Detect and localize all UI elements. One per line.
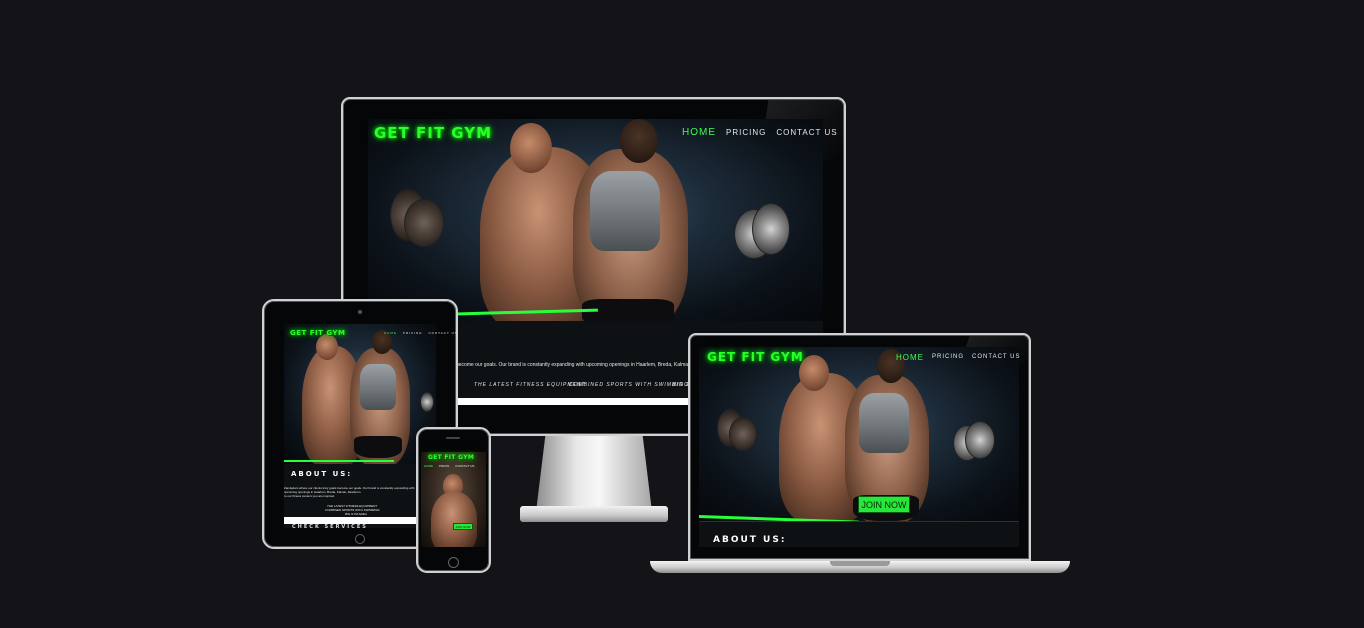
hero-woman-top: [590, 171, 660, 251]
monitor-nav: HOME PRICING CONTACT US: [682, 127, 838, 138]
monitor-hero-image: [368, 119, 823, 321]
nav-contact[interactable]: CONTACT US: [776, 127, 837, 138]
hero-woman-shorts: [354, 436, 402, 458]
nav-pricing[interactable]: PRICING: [932, 353, 964, 362]
nav-home[interactable]: HOME: [384, 331, 397, 335]
phone-nav: HOME PRICIN CONTACT US: [424, 464, 474, 468]
home-button-icon: [355, 534, 365, 544]
laptop-notch: [830, 561, 890, 566]
nav-home[interactable]: HOME: [896, 353, 924, 362]
dumbbell-icon: [752, 203, 790, 255]
monitor-logo[interactable]: GET FIT GYM: [374, 124, 492, 142]
home-button-icon: [448, 557, 459, 568]
monitor-about-text: become our goals. Our brand is constantl…: [456, 362, 715, 368]
dumbbell-icon: [965, 421, 995, 459]
hero-woman-top: [360, 364, 396, 410]
nav-contact[interactable]: CONTACT US: [429, 331, 458, 335]
hero-swoosh: [284, 460, 394, 462]
tablet-white-strip: [284, 517, 416, 524]
nav-home[interactable]: HOME: [682, 127, 716, 138]
phone-logo[interactable]: GET FIT GYM: [428, 454, 474, 461]
laptop-about-title: ABOUT US:: [713, 535, 787, 545]
laptop-nav: HOME PRICING CONTACT US: [896, 353, 1020, 362]
tablet-about-title: ABOUT US:: [291, 470, 353, 478]
tablet-logo[interactable]: GET FIT GYM: [290, 329, 345, 337]
monitor-white-strip: [456, 398, 688, 405]
laptop-logo[interactable]: GET FIT GYM: [707, 350, 804, 364]
nav-contact[interactable]: CONTACT US: [972, 353, 1020, 362]
nav-pricing[interactable]: PRICING: [726, 127, 766, 138]
monitor-stand-neck: [536, 436, 652, 512]
phone-join-button[interactable]: JOIN NOW: [453, 523, 473, 530]
dumbbell-icon: [729, 417, 757, 451]
dumbbell-icon: [404, 199, 444, 247]
tablet-about-text-3: to our fitness centers you are inspired.: [284, 494, 335, 498]
phone-speaker: [446, 437, 460, 439]
nav-pricing[interactable]: PRICING: [403, 331, 423, 335]
hero-man-head: [316, 334, 338, 360]
nav-pricing[interactable]: PRICIN: [439, 464, 449, 468]
device-camera-icon: [358, 310, 362, 314]
laptop-join-button[interactable]: JOIN NOW: [858, 496, 910, 513]
dumbbell-icon: [420, 392, 434, 412]
tablet-nav: HOME PRICING CONTACT US: [384, 331, 458, 335]
tablet-bottom-title: CHECK SERVICES: [292, 524, 368, 530]
nav-home[interactable]: HOME: [424, 464, 433, 468]
hero-woman-top: [859, 393, 909, 453]
hero-man-head: [510, 123, 552, 173]
tablet-hero-image: [284, 324, 436, 464]
tablet-feature-3: BIG GYM AREA: [345, 512, 367, 516]
phone-man-body: [431, 492, 477, 547]
hero-woman-head: [620, 119, 658, 163]
laptop-hero-image: [699, 347, 1019, 521]
monitor-stand-base: [520, 506, 668, 522]
nav-contact[interactable]: CONTACT US: [455, 464, 474, 468]
